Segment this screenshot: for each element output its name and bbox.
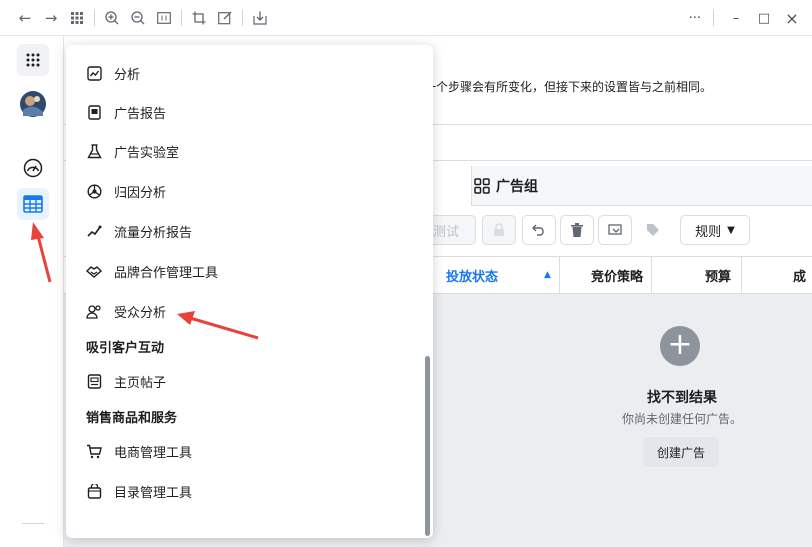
annotation-arrow-rail — [31, 222, 52, 283]
annotation-arrow-audience — [177, 311, 259, 340]
annotation-arrows-overlay — [31, 222, 259, 340]
